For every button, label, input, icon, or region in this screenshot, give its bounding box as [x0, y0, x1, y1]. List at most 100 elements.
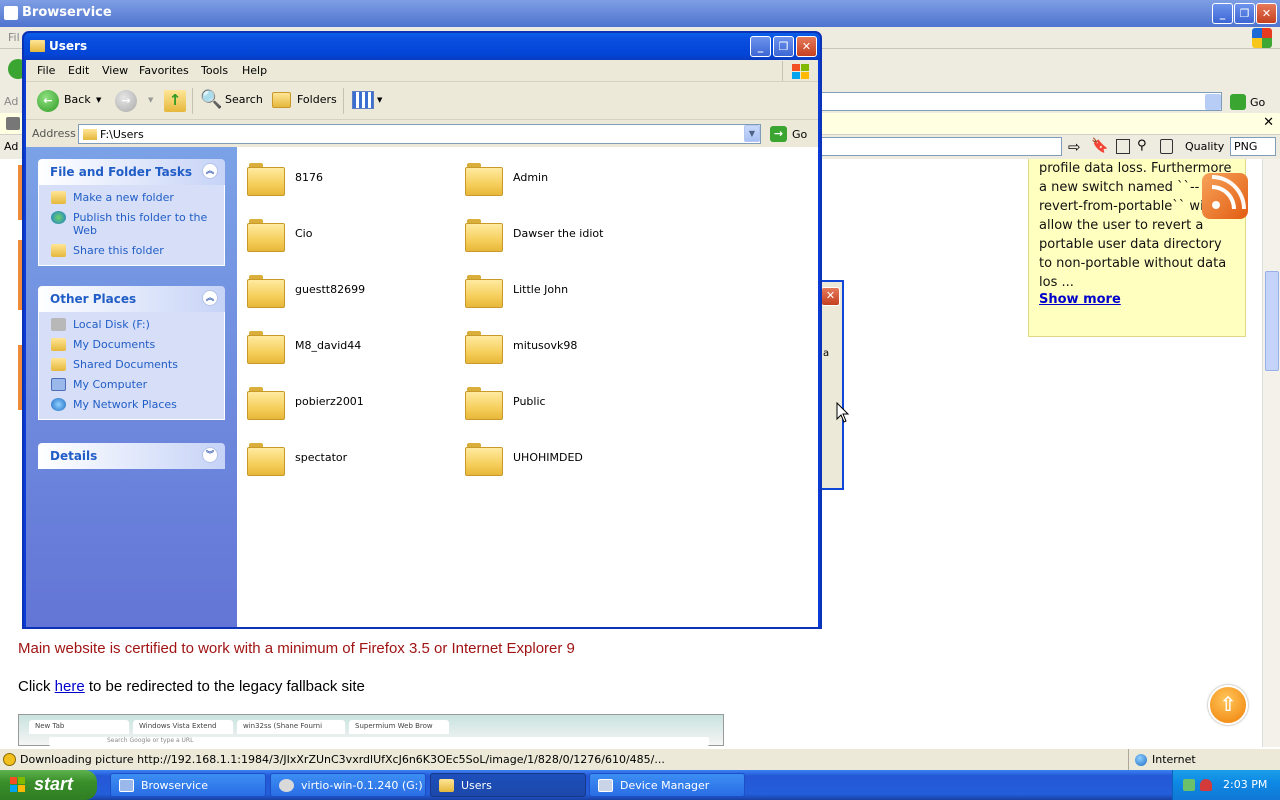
search-button[interactable]: Search	[225, 93, 263, 106]
browser-vertical-scrollbar[interactable]	[1262, 159, 1280, 747]
save-icon[interactable]	[1116, 139, 1130, 154]
views-icon[interactable]	[352, 91, 374, 109]
task-make-new-folder[interactable]: Make a new folder	[51, 191, 214, 204]
menu-favorites[interactable]: Favorites	[139, 64, 189, 77]
dialog-close-button[interactable]: ✕	[821, 287, 840, 306]
hidden-dialog-edge: ✕ a	[820, 280, 844, 490]
quality-select[interactable]: PNG	[1230, 137, 1276, 156]
go-button[interactable]: Go	[792, 128, 807, 141]
place-local-disk[interactable]: Local Disk (F:)	[51, 318, 214, 331]
back-button[interactable]: Back	[64, 93, 91, 106]
browservice-address-input[interactable]	[820, 137, 1062, 156]
security-tray-icon[interactable]	[1200, 779, 1212, 791]
browser-close-button[interactable]: ✕	[1256, 3, 1277, 24]
menu-tools[interactable]: Tools	[201, 64, 228, 77]
rss-icon[interactable]	[1202, 173, 1248, 219]
security-zone-label: Internet	[1152, 753, 1196, 766]
browser-menu-file[interactable]: Fil	[8, 31, 20, 44]
address-input[interactable]: F:\Users	[78, 124, 761, 144]
up-folder-icon[interactable]: ↑	[164, 90, 186, 112]
back-arrow-icon[interactable]: ←	[37, 90, 59, 112]
back-dropdown-icon[interactable]: ▼	[96, 96, 101, 104]
taskbar-item-label: Browservice	[141, 779, 208, 792]
go-arrow-icon[interactable]: →	[770, 126, 787, 142]
go-arrow-icon[interactable]: ⇨	[1068, 138, 1081, 156]
folder-item[interactable]: UHOHIMDED	[465, 437, 675, 481]
collapse-chevron-icon[interactable]: ︽	[202, 290, 218, 306]
menu-help[interactable]: Help	[242, 64, 267, 77]
show-more-link[interactable]: Show more	[1039, 290, 1121, 309]
folder-icon	[439, 779, 454, 792]
folder-item[interactable]: Admin	[465, 157, 675, 201]
browser-maximize-button[interactable]: ❐	[1234, 3, 1255, 24]
explorer-maximize-button[interactable]: ❐	[773, 36, 794, 57]
folders-button[interactable]: Folders	[297, 93, 337, 106]
folder-item[interactable]: guestt82699	[247, 269, 457, 313]
printer-icon[interactable]	[6, 117, 20, 130]
task-publish-folder[interactable]: Publish this folder to the Web	[51, 211, 214, 237]
toolbar-separator	[343, 88, 344, 114]
browser-minimize-button[interactable]: _	[1212, 3, 1233, 24]
info-bar-close-icon[interactable]: ✕	[1263, 115, 1274, 130]
views-dropdown-icon[interactable]: ▼	[377, 96, 382, 104]
place-my-documents[interactable]: My Documents	[51, 338, 214, 351]
expand-chevron-icon[interactable]: ︾	[202, 447, 218, 463]
taskbar-item-users[interactable]: Users	[430, 773, 586, 797]
address-dropdown-icon[interactable]: ▼	[744, 125, 760, 142]
explorer-title-bar[interactable]: Users _ ❐ ✕	[24, 33, 820, 60]
device-manager-icon	[598, 779, 613, 792]
menu-view[interactable]: View	[102, 64, 128, 77]
search-icon[interactable]: 🔍	[200, 89, 222, 110]
place-shared-documents[interactable]: Shared Documents	[51, 358, 214, 371]
taskbar-item-device-manager[interactable]: Device Manager	[589, 773, 745, 797]
browser-go-button[interactable]: Go	[1250, 96, 1265, 109]
folder-name: guestt82699	[295, 283, 366, 296]
bookmark-icon[interactable]: 🔖	[1091, 138, 1108, 154]
folder-item[interactable]: 8176	[247, 157, 457, 201]
collapse-chevron-icon[interactable]: ︽	[202, 163, 218, 179]
internet-globe-icon	[1135, 754, 1147, 766]
legacy-redirect-link[interactable]: here	[55, 678, 85, 695]
tray-clock[interactable]: 2:03 PM	[1223, 778, 1267, 791]
clipboard-icon[interactable]	[1160, 139, 1173, 154]
browser-address-input[interactable]	[820, 92, 1222, 111]
explorer-close-button[interactable]: ✕	[796, 36, 817, 57]
folder-item[interactable]: Public	[465, 381, 675, 425]
task-share-folder[interactable]: Share this folder	[51, 244, 214, 257]
browser-go-arrow-icon[interactable]	[1230, 94, 1246, 110]
folder-item[interactable]: M8_david44	[247, 325, 457, 369]
place-my-computer[interactable]: My Computer	[51, 378, 214, 391]
folder-item[interactable]: spectator	[247, 437, 457, 481]
place-my-network-places[interactable]: My Network Places	[51, 398, 214, 411]
network-tray-icon[interactable]	[1183, 779, 1195, 791]
start-button[interactable]: start	[0, 770, 97, 800]
find-icon[interactable]: ⚲	[1137, 138, 1147, 153]
folder-item[interactable]: pobierz2001	[247, 381, 457, 425]
details-header[interactable]: Details ︾	[38, 443, 225, 469]
folder-icon	[247, 383, 285, 421]
quality-label: Quality	[1185, 140, 1225, 153]
browser-title: Browservice	[22, 5, 112, 20]
browser-scrollbar-thumb[interactable]	[1265, 271, 1279, 371]
folders-icon[interactable]	[272, 92, 291, 108]
folder-name: spectator	[295, 451, 348, 464]
folder-item[interactable]: Little John	[465, 269, 675, 313]
file-folder-tasks-header[interactable]: File and Folder Tasks ︽	[38, 159, 225, 185]
taskbar-item-browservice[interactable]: Browservice	[110, 773, 266, 797]
explorer-minimize-button[interactable]: _	[750, 36, 771, 57]
menu-edit[interactable]: Edit	[68, 64, 89, 77]
taskbar-item-label: Device Manager	[620, 779, 710, 792]
publish-web-icon	[51, 211, 66, 224]
scroll-to-top-button[interactable]: ⇧	[1208, 685, 1248, 725]
forward-arrow-icon[interactable]: →	[115, 90, 137, 112]
browser-address-dropdown[interactable]	[1205, 94, 1221, 110]
folder-icon	[247, 439, 285, 477]
other-places-header[interactable]: Other Places ︽	[38, 286, 225, 312]
folder-icon	[247, 159, 285, 197]
taskbar-item-virtio[interactable]: virtio-win-0.1.240 (G:)	[270, 773, 426, 797]
folder-item[interactable]: Cio	[247, 213, 457, 257]
menu-file[interactable]: File	[37, 64, 55, 77]
folder-item[interactable]: mitusovk98	[465, 325, 675, 369]
forward-dropdown-icon[interactable]: ▼	[148, 96, 153, 104]
folder-item[interactable]: Dawser the idiot	[465, 213, 675, 257]
